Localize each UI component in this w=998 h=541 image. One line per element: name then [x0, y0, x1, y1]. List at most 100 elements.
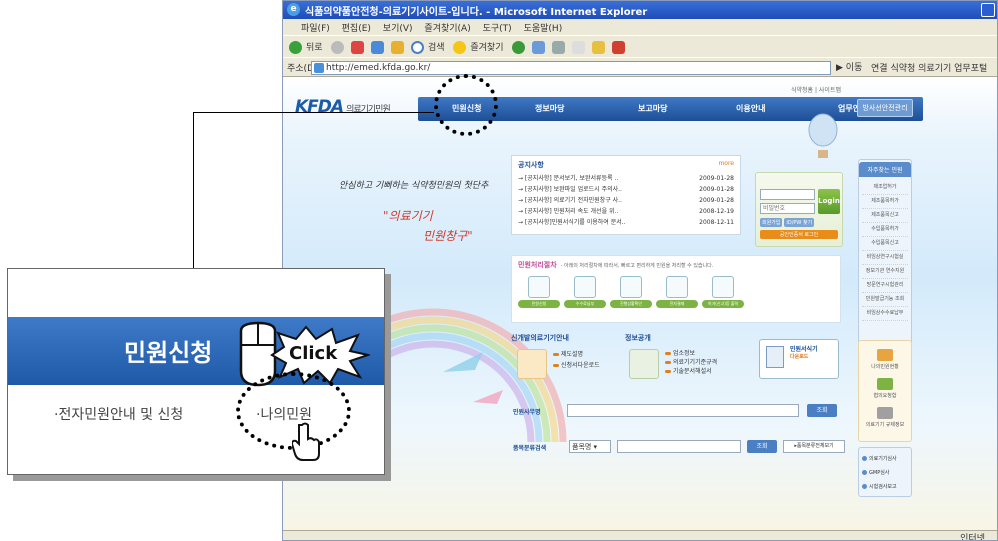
notice-row[interactable]: → [공지사항] 민원처리 속도 개선을 위.. 2008-12-19	[518, 206, 734, 217]
messenger-icon[interactable]	[611, 41, 625, 54]
process-step[interactable]: 허가(신고)증 출력	[702, 276, 744, 308]
callout-connector	[193, 112, 434, 272]
e-service-guide-link[interactable]: ·전자민원안내 및 신청	[54, 404, 183, 424]
process-step[interactable]: 수수료납부	[564, 276, 606, 308]
frequent-item[interactable]: 민원발급기능 조회	[862, 293, 908, 307]
notice-date: 2009-01-28	[699, 186, 734, 193]
notice-text: → [공지사항] 보완파일 업로드시 주의사..	[518, 186, 622, 193]
notice-text: → [공지사항] 의료기기 전자민원창구 사..	[518, 197, 622, 204]
link-portal[interactable]: 의료기기 업무포털	[918, 64, 987, 74]
menu-bar: 파일(F) 편집(E) 보기(V) 즐겨찾기(A) 도구(T) 도움말(H)	[283, 19, 997, 35]
service-search-label: 민원사무명	[513, 409, 541, 416]
menu-view[interactable]: 보기(V)	[383, 24, 413, 34]
join-button[interactable]: 회원가입	[760, 218, 783, 227]
nav-radiation-button[interactable]: 방사선안전관리	[857, 99, 913, 117]
go-button[interactable]: ▶ 이동	[836, 60, 862, 73]
download-title: 민원서식기	[790, 346, 818, 353]
guide-link[interactable]: 제도설명	[553, 349, 621, 360]
frequent-item[interactable]: 비임상연구시험실	[862, 251, 908, 265]
favorites-button[interactable]: 즐겨찾기	[470, 43, 503, 53]
bottom-side-link[interactable]: 의료기기심사	[862, 452, 908, 466]
cert-login-button[interactable]: 공인인증서 로그인	[760, 230, 838, 239]
nav-report[interactable]: 보고마당	[638, 103, 667, 114]
links-bar: 연결 식약청 의료기기 업무포털	[871, 61, 987, 74]
frequent-item[interactable]: 제조업허가	[862, 181, 908, 195]
new-device-guide: 신개발의료기기안내 제도설명 신청서다운로드	[511, 333, 621, 393]
step-label: 전자결재	[656, 300, 698, 308]
forward-icon[interactable]	[331, 41, 345, 54]
info-disclosure: 정보공개 업소정보 의료기기기준규격 기술문서해설서	[625, 333, 755, 393]
print-icon[interactable]	[572, 41, 585, 54]
frequent-item[interactable]: 수입품목허가	[862, 223, 908, 237]
bottom-side-link[interactable]: 시험검사보고	[862, 480, 908, 494]
search-button[interactable]: 검색	[428, 43, 445, 53]
media-icon[interactable]	[512, 41, 526, 54]
guide-link[interactable]: 신청서다운로드	[553, 360, 621, 371]
item-search-select[interactable]: 품목명 ▾	[569, 440, 611, 453]
mail-icon[interactable]	[552, 41, 566, 54]
refresh-icon[interactable]	[371, 41, 385, 54]
password-field[interactable]	[760, 203, 815, 214]
history-icon[interactable]	[532, 41, 546, 54]
frequent-item[interactable]: 수입품목신고	[862, 237, 908, 251]
minimize-button[interactable]	[981, 3, 995, 17]
process-step[interactable]: 민원신청	[518, 276, 560, 308]
form-download-button[interactable]: 민원서식기 다운로드	[759, 339, 839, 379]
download-sub: 다운로드	[790, 354, 809, 360]
nav-guide[interactable]: 이용안내	[736, 103, 765, 114]
frequent-item[interactable]: 제조품목신고	[862, 209, 908, 223]
menu-file[interactable]: 파일(F)	[301, 24, 330, 34]
menu-tools[interactable]: 도구(T)	[483, 24, 512, 34]
printer-icon	[712, 276, 734, 298]
nav-info[interactable]: 정보마당	[535, 103, 564, 114]
notice-more-link[interactable]: more	[718, 160, 734, 167]
process-step[interactable]: 전자결재	[656, 276, 698, 308]
balloon-icon	[808, 113, 838, 158]
open-link[interactable]: 의료기기기준규격	[665, 358, 755, 367]
notice-date: 2008-12-19	[699, 208, 734, 215]
back-button[interactable]: 뒤로	[306, 43, 323, 53]
regulation-link[interactable]: 의료기기 규제정보	[859, 407, 911, 428]
open-link[interactable]: 기술문서해설서	[665, 367, 755, 376]
title-bar: e 식품의약품안전청-의료기기사이트-입니다. - Microsoft Inte…	[283, 1, 997, 19]
status-bar: 인터넷	[283, 530, 997, 540]
service-search-button[interactable]: 조회	[807, 404, 837, 417]
item-search-input[interactable]	[617, 440, 741, 453]
service-search-input[interactable]	[567, 404, 799, 417]
process-step[interactable]: 진행상황확인	[610, 276, 652, 308]
login-button[interactable]: Login	[818, 189, 840, 214]
home-icon[interactable]	[391, 41, 405, 54]
open-link[interactable]: 업소정보	[665, 349, 755, 358]
payment-icon	[574, 276, 596, 298]
menu-help[interactable]: 도움말(H)	[524, 24, 563, 34]
my-status-link[interactable]: 나의민원현황	[859, 349, 911, 370]
highlight-circle	[434, 74, 498, 136]
notice-row[interactable]: → [공지사항] 문서보기, 보완서류등록 .. 2009-01-28	[518, 173, 734, 184]
id-field[interactable]	[760, 189, 815, 200]
menu-favorites[interactable]: 즐겨찾기(A)	[424, 24, 470, 34]
computer-icon	[528, 276, 550, 298]
frequent-item[interactable]: 방문연구시험관리	[862, 279, 908, 293]
guide-illustration	[517, 349, 547, 379]
find-account-button[interactable]: ID/PW 찾기	[784, 218, 815, 227]
folder-icon[interactable]	[591, 41, 605, 54]
frequent-item[interactable]: 제조품목허가	[862, 195, 908, 209]
address-text: http://emed.kfda.go.kr/	[326, 63, 431, 73]
notice-row[interactable]: → [공지사항] 보완파일 업로드시 주의사.. 2009-01-28	[518, 184, 734, 195]
stop-icon[interactable]	[351, 41, 365, 54]
consult-link[interactable]: 협의요청함	[859, 378, 911, 399]
menu-edit[interactable]: 편집(E)	[342, 24, 371, 34]
address-input[interactable]: http://emed.kfda.go.kr/	[311, 61, 831, 75]
item-all-button[interactable]: ▸품목분류전체보기	[783, 440, 845, 453]
toolbar: 뒤로 검색 즐겨찾기	[283, 35, 997, 57]
zoomed-menu-label[interactable]: 민원신청	[124, 333, 212, 368]
link-kfda[interactable]: 식약청	[890, 64, 915, 74]
frequent-item[interactable]: 정보기관 연수지원	[862, 265, 908, 279]
my-area-label: 의료기기 규제정보	[865, 422, 905, 428]
notice-row[interactable]: → [공지사항]민원서식기를 이용하여 문서.. 2008-12-11	[518, 217, 734, 228]
notice-row[interactable]: → [공지사항] 의료기기 전자민원창구 사.. 2009-01-28	[518, 195, 734, 206]
item-search-button[interactable]: 조회	[747, 440, 777, 453]
top-links[interactable]: 식약청홈 | 사이트맵	[791, 85, 841, 94]
bottom-side-link[interactable]: GMP심사	[862, 466, 908, 480]
frequent-item[interactable]: 비임상수수료납부	[862, 307, 908, 321]
